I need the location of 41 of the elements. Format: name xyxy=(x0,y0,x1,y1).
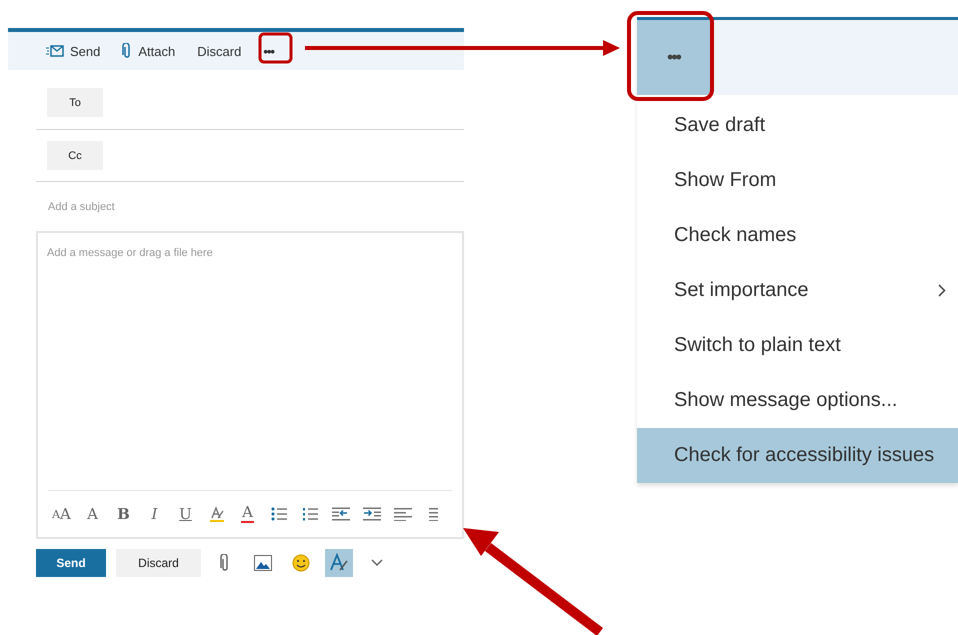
subject-field[interactable]: Add a subject xyxy=(36,182,464,231)
bullet-list-icon xyxy=(270,507,286,521)
recipient-button[interactable]: To xyxy=(47,88,103,117)
align-left-icon xyxy=(394,507,412,521)
paperclip-icon xyxy=(122,43,132,59)
chevron-down-icon xyxy=(371,559,383,567)
menu-item[interactable]: Check for accessibility issues xyxy=(637,428,958,483)
highlight-rectangle xyxy=(258,32,292,64)
more-button[interactable]: ••• xyxy=(637,20,710,95)
bold-button[interactable]: B xyxy=(110,500,137,528)
underline-button[interactable]: U xyxy=(172,500,199,528)
image-icon xyxy=(254,555,272,571)
outdent-icon xyxy=(332,507,350,521)
send-button[interactable]: Send xyxy=(44,37,102,65)
align-center-icon xyxy=(429,507,438,521)
send-icon xyxy=(46,45,64,57)
discard-button[interactable]: Discard xyxy=(195,37,244,65)
format-button[interactable] xyxy=(325,549,353,577)
grow-font-button[interactable]: A xyxy=(79,500,106,528)
smiley-icon xyxy=(292,554,310,572)
font-color-button[interactable]: A xyxy=(234,500,261,528)
menu-item[interactable]: Check names xyxy=(637,208,958,263)
format-pen-icon xyxy=(329,553,349,573)
menu-item[interactable]: Show From xyxy=(637,153,958,208)
menu-item[interactable]: Set importance xyxy=(637,263,958,318)
menu-item[interactable]: Save draft xyxy=(637,98,958,153)
more-button[interactable]: ••• xyxy=(261,37,276,65)
attach-button[interactable]: Attach xyxy=(120,37,178,65)
paperclip-icon xyxy=(220,554,230,572)
chevron-right-icon xyxy=(938,284,946,297)
message-field[interactable]: Add a message or drag a file here AA A B I U A xyxy=(36,231,464,539)
recipient-button[interactable]: Cc xyxy=(47,141,103,170)
italic-button[interactable]: I xyxy=(141,500,168,528)
highlighter-icon xyxy=(208,506,224,522)
indent-icon xyxy=(362,507,380,521)
send-button[interactable]: Send xyxy=(36,549,106,577)
menu-item[interactable]: Show message options... xyxy=(637,373,958,428)
numbered-list-icon xyxy=(302,507,318,521)
discard-button[interactable]: Discard xyxy=(116,549,201,577)
menu-item[interactable]: Switch to plain text xyxy=(637,318,958,373)
font-size-button[interactable]: AA xyxy=(48,500,75,528)
